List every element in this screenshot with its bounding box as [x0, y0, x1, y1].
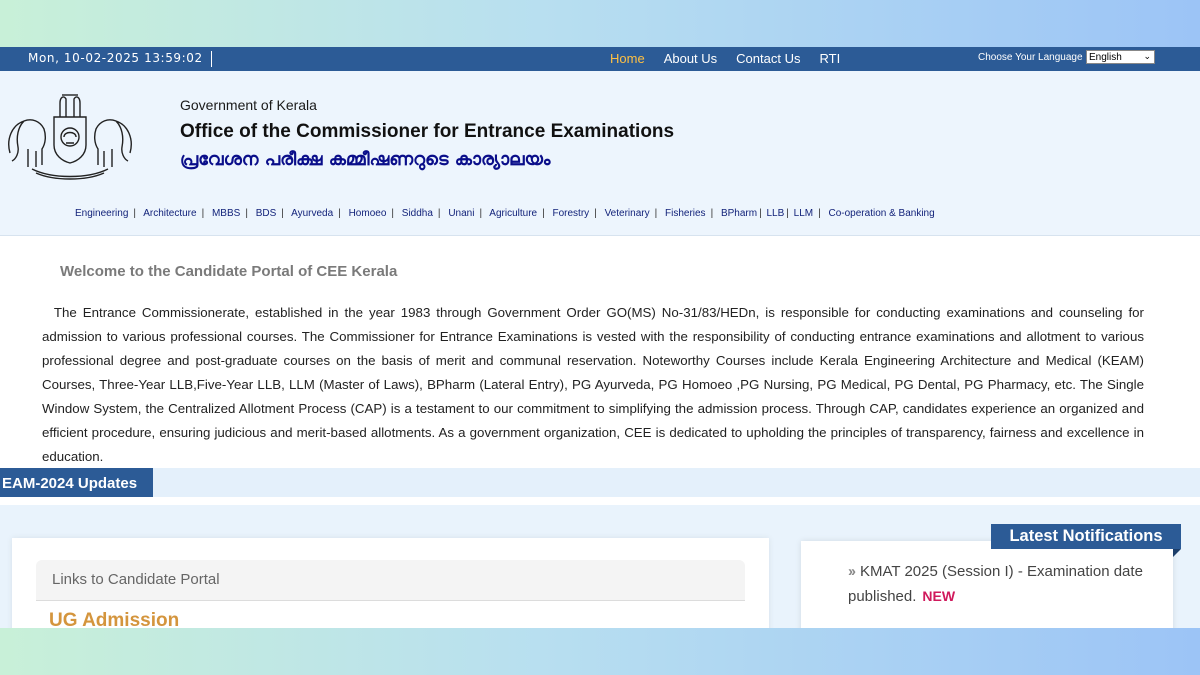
separator: |: [281, 208, 284, 219]
separator: |: [479, 208, 483, 219]
updates-label-text: EAM-2024 Updates: [2, 475, 138, 492]
separator: |: [786, 208, 789, 219]
updates-band: EAM-2024 Updates: [0, 468, 1200, 497]
nav-about-us[interactable]: About Us: [664, 51, 717, 66]
portal-links-heading: Links to Candidate Portal: [36, 560, 745, 601]
separator: |: [245, 208, 248, 219]
separator: |: [594, 208, 597, 219]
separator: |: [338, 208, 341, 219]
course-link-llb[interactable]: LLB: [766, 208, 784, 219]
notification-item[interactable]: ›› KMAT 2025 (Session I) - Examination da…: [848, 560, 1153, 609]
ug-admission-heading[interactable]: UG Admission: [49, 610, 179, 628]
course-link-bpharm[interactable]: BPharm: [721, 208, 757, 219]
double-chevron-right-icon: ››: [848, 563, 856, 580]
separator: |: [133, 208, 136, 219]
language-select[interactable]: English ⌄: [1086, 50, 1155, 64]
course-link-agriculture[interactable]: Agriculture: [489, 208, 537, 219]
top-nav: Home About Us Contact Us RTI: [610, 51, 840, 66]
separator: |: [818, 208, 821, 219]
course-link-homoeo[interactable]: Homoeo: [349, 208, 387, 219]
course-link-cooperation-banking[interactable]: Co-operation & Banking: [829, 208, 935, 219]
notification-ribbon-tail: [1173, 549, 1181, 557]
separator: |: [437, 208, 441, 219]
separator: |: [542, 208, 545, 219]
course-link-bds[interactable]: BDS: [256, 208, 277, 219]
course-link-ayurveda[interactable]: Ayurveda: [291, 208, 333, 219]
site-header: Government of Kerala Office of the Commi…: [0, 71, 1200, 236]
course-link-forestry[interactable]: Forestry: [553, 208, 590, 219]
portal-links-card: Links to Candidate Portal UG Admission: [12, 538, 769, 628]
course-link-llm[interactable]: LLM: [794, 208, 813, 219]
chevron-down-icon: ⌄: [1143, 51, 1151, 61]
updates-label[interactable]: EAM-2024 Updates: [0, 468, 153, 497]
office-title-malayalam: പ്രവേശന പരീക്ഷ കമ്മീഷണറുടെ കാര്യാലയം: [180, 149, 551, 170]
course-link-mbbs[interactable]: MBBS: [212, 208, 240, 219]
course-link-veterinary[interactable]: Veterinary: [605, 208, 650, 219]
course-link-engineering[interactable]: Engineering: [75, 208, 128, 219]
course-link-fisheries[interactable]: Fisheries: [665, 208, 706, 219]
top-bar: Mon, 10-02-2025 13:59:02 Home About Us C…: [0, 47, 1200, 71]
separator: |: [391, 208, 394, 219]
separator: |: [710, 208, 714, 219]
welcome-heading: Welcome to the Candidate Portal of CEE K…: [60, 263, 398, 280]
latest-notifications-title: Latest Notifications: [991, 524, 1181, 549]
notification-text: KMAT 2025 (Session I) - Examination date…: [848, 563, 1143, 605]
separator: |: [201, 208, 205, 219]
language-selected-value: English: [1089, 52, 1122, 63]
kerala-emblem-icon[interactable]: [2, 91, 138, 181]
intro-paragraph: The Entrance Commissionerate, establishe…: [42, 301, 1144, 469]
nav-contact-us[interactable]: Contact Us: [736, 51, 800, 66]
date-time-display: Mon, 10-02-2025 13:59:02: [28, 51, 212, 67]
intro-text: The Entrance Commissionerate, establishe…: [42, 305, 1144, 464]
government-label: Government of Kerala: [180, 97, 317, 113]
new-badge: NEW: [922, 588, 956, 604]
language-label: Choose Your Language: [978, 52, 1083, 63]
course-link-siddha[interactable]: Siddha: [402, 208, 433, 219]
separator: |: [759, 208, 762, 219]
course-link-architecture[interactable]: Architecture: [143, 208, 196, 219]
separator: |: [654, 208, 658, 219]
nav-home[interactable]: Home: [610, 51, 645, 66]
course-link-unani[interactable]: Unani: [448, 208, 474, 219]
office-title: Office of the Commissioner for Entrance …: [180, 121, 675, 142]
nav-rti[interactable]: RTI: [819, 51, 840, 66]
course-links: Engineering | Architecture | MBBS | BDS | Ay…: [75, 208, 935, 219]
portal-page: Mon, 10-02-2025 13:59:02 Home About Us C…: [0, 47, 1200, 628]
